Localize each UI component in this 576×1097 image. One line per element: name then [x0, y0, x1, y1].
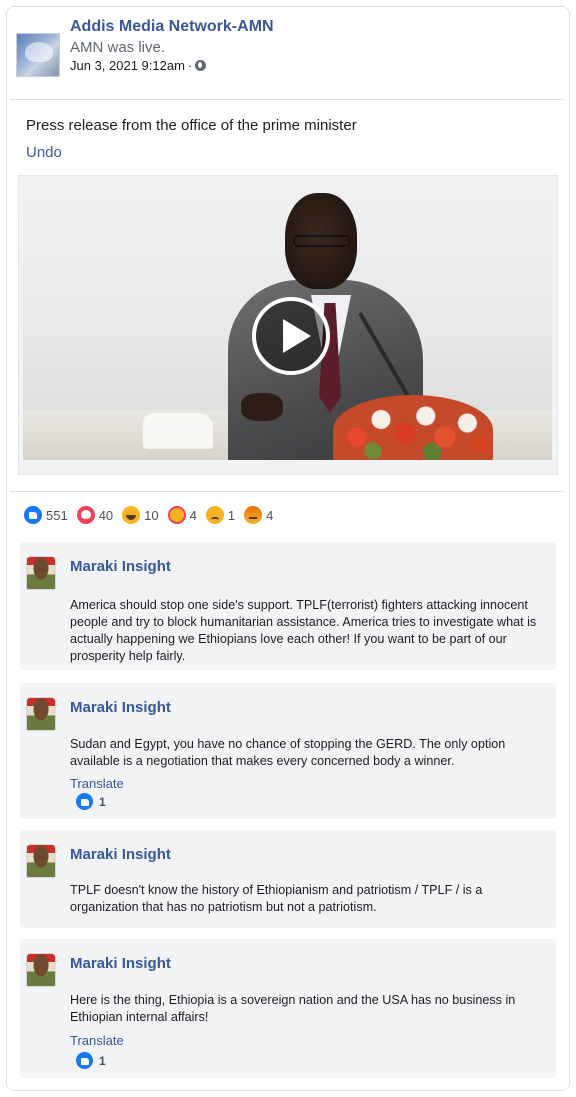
- comment-author[interactable]: Maraki Insight: [70, 846, 171, 863]
- flower-arrangement: [333, 395, 493, 460]
- sad-count: 1: [227, 507, 236, 523]
- comment: Maraki Insight Here is the thing, Ethiop…: [20, 939, 556, 1078]
- speaker-glasses: [293, 235, 351, 247]
- speaker-hand: [241, 393, 283, 421]
- comment: Maraki Insight America should stop one s…: [20, 542, 556, 670]
- care-count: 4: [189, 507, 197, 523]
- napkin: [143, 413, 213, 449]
- comment: Maraki Insight TPLF doesn't know the his…: [20, 830, 556, 928]
- like-icon: [76, 793, 93, 810]
- love-icon: [76, 506, 95, 524]
- like-count: 551: [46, 507, 68, 523]
- reactions-divider: [10, 491, 564, 492]
- reaction-love[interactable]: 40: [76, 506, 114, 524]
- comment-like-summary[interactable]: 1: [76, 793, 106, 810]
- meta-separator: ·: [187, 58, 193, 73]
- video-thumbnail[interactable]: [23, 185, 552, 460]
- comment-author[interactable]: Maraki Insight: [70, 955, 171, 972]
- header-divider: [10, 99, 564, 100]
- comment-text: Here is the thing, Ethiopia is a soverei…: [70, 993, 516, 1024]
- comment-text: TPLF doesn't know the history of Ethiopi…: [70, 883, 483, 914]
- angry-count: 4: [266, 507, 274, 523]
- post-meta: Jun 3, 2021 9:12am ·: [70, 58, 207, 73]
- reaction-like[interactable]: 551: [24, 506, 68, 524]
- comment: Maraki Insight Sudan and Egypt, you have…: [20, 683, 556, 819]
- comment-like-count: 1: [99, 1053, 106, 1068]
- page-logo: [25, 42, 53, 62]
- commenter-avatar[interactable]: [26, 556, 56, 590]
- sad-icon: [205, 506, 224, 524]
- globe-icon[interactable]: [195, 60, 207, 71]
- commenter-avatar[interactable]: [26, 697, 56, 731]
- comment-author[interactable]: Maraki Insight: [70, 699, 171, 716]
- commenter-avatar[interactable]: [26, 953, 56, 987]
- post-text: Press release from the office of the pri…: [26, 117, 357, 134]
- care-icon: [167, 506, 186, 524]
- translate-link[interactable]: Translate: [70, 776, 124, 791]
- like-icon: [76, 1052, 93, 1069]
- translate-link[interactable]: Translate: [70, 1033, 124, 1048]
- reaction-haha[interactable]: 10: [122, 506, 159, 524]
- comment-author[interactable]: Maraki Insight: [70, 558, 171, 575]
- post-timestamp[interactable]: Jun 3, 2021 9:12am: [70, 58, 185, 73]
- comment-like-count: 1: [99, 794, 106, 809]
- reaction-angry[interactable]: 4: [244, 506, 273, 524]
- haha-icon: [122, 506, 141, 524]
- angry-icon: [244, 506, 263, 524]
- comment-text: America should stop one side's support. …: [70, 598, 537, 663]
- commenter-avatar[interactable]: [26, 844, 56, 878]
- page-name[interactable]: Addis Media Network-AMN: [70, 18, 274, 36]
- play-icon: [283, 319, 311, 353]
- reaction-summary[interactable]: 551 40 10 4 1 4: [24, 505, 282, 525]
- like-icon: [24, 506, 42, 524]
- live-status: AMN was live.: [70, 39, 166, 56]
- reaction-sad[interactable]: 1: [205, 506, 236, 524]
- reaction-care[interactable]: 4: [167, 506, 197, 524]
- video-player[interactable]: [18, 175, 558, 475]
- comment-like-summary[interactable]: 1: [76, 1052, 106, 1069]
- play-button[interactable]: [252, 297, 330, 375]
- haha-count: 10: [144, 507, 159, 523]
- page-avatar[interactable]: [16, 33, 60, 77]
- love-count: 40: [98, 507, 114, 523]
- undo-link[interactable]: Undo: [26, 144, 62, 161]
- comment-text: Sudan and Egypt, you have no chance of s…: [70, 737, 506, 768]
